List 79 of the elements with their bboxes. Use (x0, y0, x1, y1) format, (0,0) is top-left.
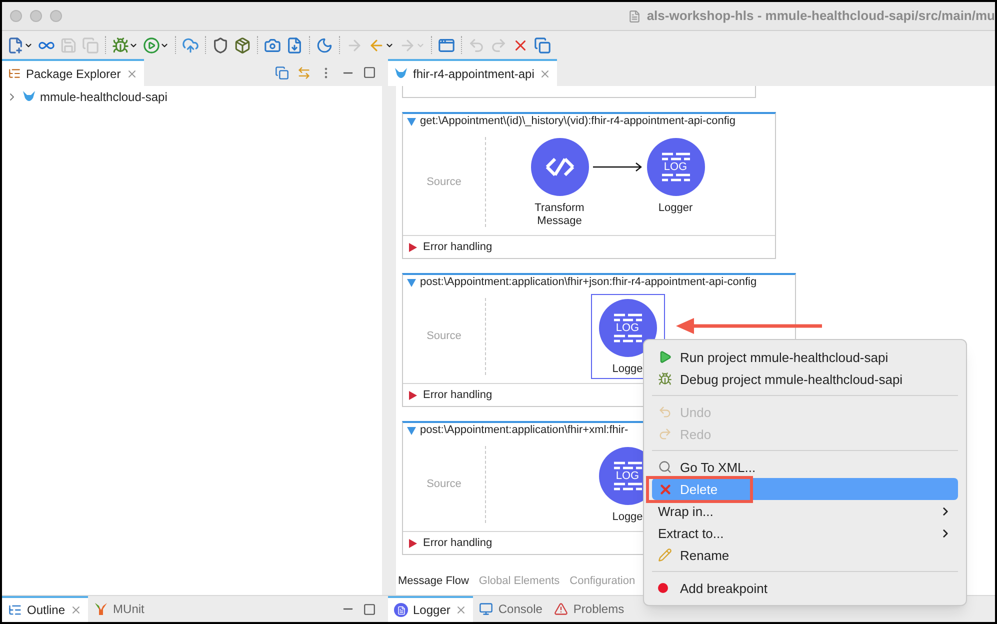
window-title: als-workshop-hls - mmule-healthcloud-sapi/src/main/mu (646, 7, 995, 26)
expand-triangle-icon[interactable] (409, 538, 417, 548)
menu-item[interactable]: Wrap in... (652, 500, 958, 522)
tab[interactable]: Problems (548, 596, 630, 622)
error-handling-label: Error handling (423, 536, 492, 551)
tab[interactable]: Package Explorer (2, 59, 144, 86)
play-icon (143, 36, 160, 54)
expand-triangle-icon[interactable] (409, 390, 417, 400)
play-icon (658, 350, 672, 364)
menu-item[interactable]: Go To XML... (652, 456, 958, 478)
maximize-icon[interactable] (363, 66, 376, 79)
console-icon (479, 602, 494, 616)
flow-header: post:\Appointment:application\fhir+json:fhir-r4-appointment-api-config (420, 276, 757, 289)
tab[interactable]: Console (473, 596, 548, 622)
flow-header: get:\Appointment\(id)\_history\(vid):fhir-r4-appointment-api-config (420, 115, 736, 128)
copy-icon (534, 36, 551, 54)
outline-icon (8, 603, 22, 617)
file-plus-icon (7, 36, 24, 54)
tree-item[interactable]: mmule-healthcloud-sapi (2, 88, 382, 106)
camera-icon (264, 36, 281, 54)
breakpoint-icon (658, 583, 668, 593)
delete-icon (658, 482, 673, 496)
save-icon (60, 36, 77, 54)
log-text: LOG (614, 470, 640, 482)
shield-icon (212, 36, 229, 54)
munit-icon (94, 602, 108, 616)
menu-item[interactable]: Add breakpoint (652, 577, 958, 599)
app-window-icon (438, 36, 455, 54)
package-icon (234, 36, 251, 54)
logger-icon (394, 603, 408, 617)
redo-icon (490, 36, 507, 54)
expand-triangle-icon[interactable] (409, 242, 417, 252)
collapse-all-icon[interactable] (275, 66, 289, 80)
copy-icon (82, 36, 99, 54)
menu-item[interactable]: Extract to... (652, 522, 958, 544)
search-icon (658, 460, 672, 474)
redo-icon (658, 427, 672, 441)
log-text: LOG (662, 161, 688, 173)
flow-node[interactable]: Transform Message (522, 133, 596, 231)
transform-icon (544, 156, 574, 178)
bug-icon (658, 372, 672, 386)
problems-icon (554, 602, 568, 616)
flow-header: post:\Appointment:application\fhir+xml:fhir- (420, 424, 628, 437)
close-icon[interactable] (126, 68, 138, 80)
moon-icon (316, 36, 333, 54)
expand-triangle-icon[interactable] (407, 426, 416, 434)
link-icon[interactable] (297, 66, 311, 80)
node-label: Logger (657, 202, 694, 215)
tab[interactable]: Logger (388, 596, 474, 622)
view-tab[interactable]: Message Flow (398, 572, 469, 590)
flow-node[interactable]: LOG Logger (638, 133, 712, 218)
error-handling-label: Error handling (423, 240, 492, 255)
close-icon[interactable] (539, 68, 552, 80)
node-label: Logge (611, 511, 644, 524)
tree-item-label: mmule-healthcloud-sapi (40, 89, 168, 106)
file-down-icon (286, 36, 303, 54)
expand-triangle-icon[interactable] (407, 118, 416, 126)
arrow-connector (592, 162, 642, 172)
close-icon[interactable] (70, 604, 82, 616)
undo-icon (658, 405, 672, 419)
mule-icon (394, 66, 408, 80)
close-icon[interactable] (455, 604, 468, 616)
log-text: LOG (614, 322, 640, 334)
cloud-upload-icon (182, 36, 199, 54)
tab[interactable]: fhir-r4-appointment-api (388, 59, 558, 86)
project-icon (22, 90, 36, 104)
tab[interactable]: Outline (2, 596, 88, 622)
document-icon (628, 10, 641, 22)
error-handling-label: Error handling (423, 388, 492, 403)
maximize-icon[interactable] (363, 602, 376, 616)
undo-icon (468, 36, 485, 54)
pencil-icon (658, 548, 672, 562)
tab[interactable]: MUnit (88, 596, 150, 622)
node-label: Transform Message (534, 202, 586, 228)
expand-triangle-icon[interactable] (407, 278, 416, 286)
tree-icon (8, 67, 21, 80)
menu-item[interactable]: Rename (652, 544, 958, 566)
bug-icon (112, 36, 129, 54)
node-label: Logge (611, 363, 644, 376)
